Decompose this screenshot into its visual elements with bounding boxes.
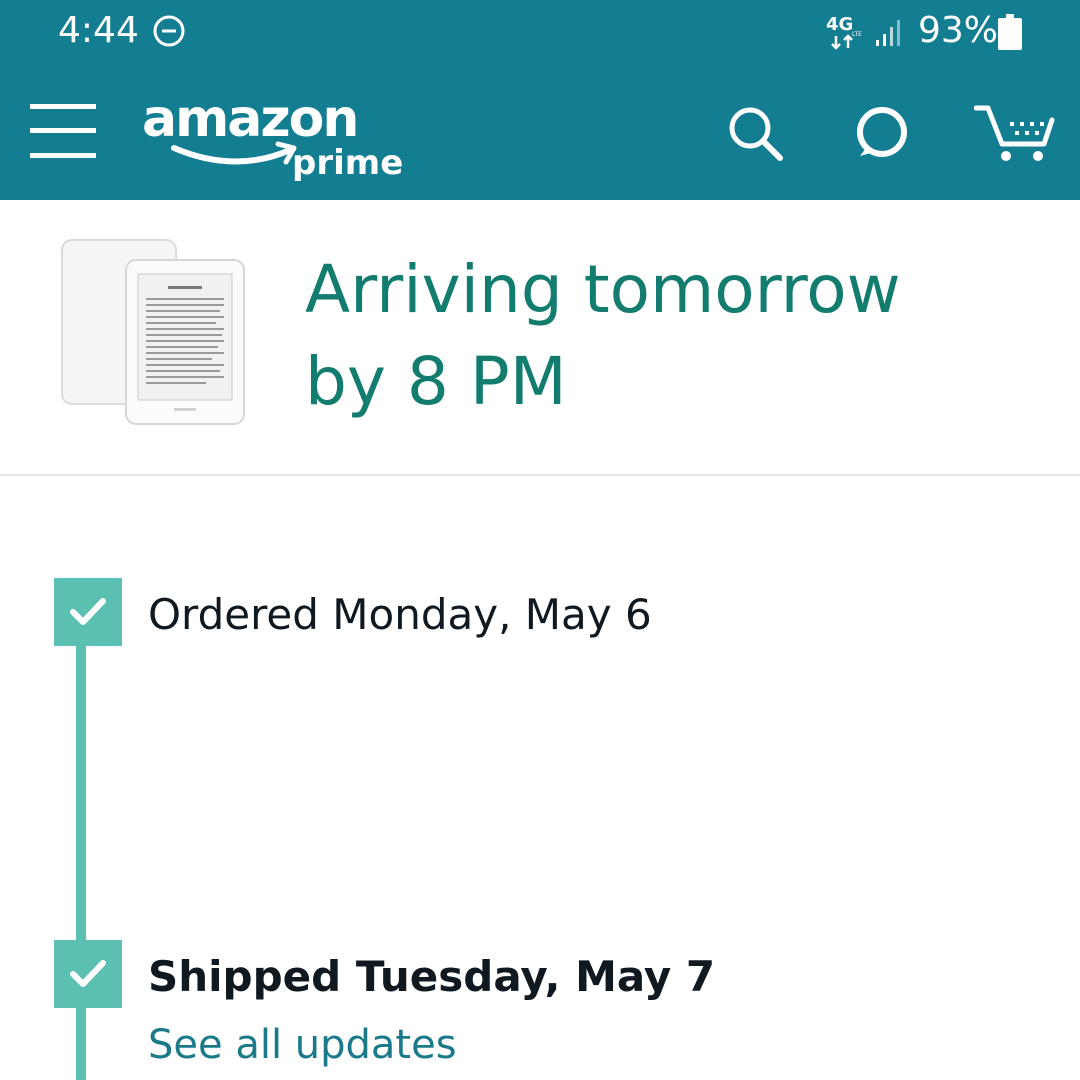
section-divider [0,474,1080,476]
signal-bars-icon [876,20,900,46]
delivery-status-line2: by 8 PM [305,343,567,420]
network-sub-label: LTE [852,31,862,38]
amazon-prime-logo[interactable]: amazon prime [140,92,410,192]
app-header: 4:44 4G LTE 93% amazon prime [0,0,1080,200]
do-not-disturb-icon [153,15,185,47]
cart-icon[interactable] [974,102,1056,164]
delivery-status-line1: Arriving tomorrow [305,251,901,328]
network-label: 4G [826,14,853,35]
tracking-progress-line [76,640,86,1080]
status-time: 4:44 [58,10,139,51]
checkmark-icon [70,960,106,987]
battery-percent: 93% [918,10,999,51]
hamburger-menu-icon[interactable] [30,104,96,158]
product-image[interactable] [58,236,248,430]
search-icon[interactable] [726,104,784,162]
step-shipped-label: Shipped Tuesday, May 7 [148,952,716,1001]
battery-icon [998,14,1022,50]
step-ordered-checkbox [54,578,122,646]
checkmark-icon [70,598,106,625]
status-bar: 4:44 4G LTE 93% [0,0,1080,68]
see-all-updates-link[interactable]: See all updates [148,1022,457,1068]
logo-wordmark: amazon [142,92,357,149]
network-4g-icon: 4G LTE [826,14,862,50]
logo-prime: prime [292,143,403,183]
alexa-icon[interactable] [854,104,910,160]
step-shipped-checkbox [54,940,122,1008]
step-ordered-label: Ordered Monday, May 6 [148,590,652,639]
delivery-status-heading: Arriving tomorrow by 8 PM [305,244,1045,428]
